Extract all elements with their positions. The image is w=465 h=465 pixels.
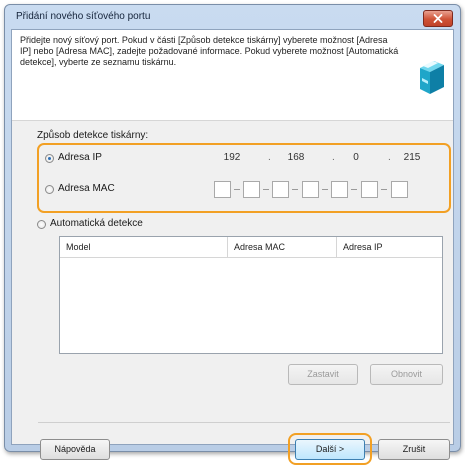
mac-segment-5[interactable] (331, 181, 348, 198)
printer-icon (420, 61, 444, 94)
refresh-button[interactable]: Obnovit (370, 364, 443, 385)
column-header-mac[interactable]: Adresa MAC (228, 237, 337, 257)
mac-separator (381, 189, 387, 190)
next-button[interactable]: Další > (295, 439, 365, 460)
printer-list-header: Model Adresa MAC Adresa IP (60, 237, 442, 258)
help-button[interactable]: Nápověda (40, 439, 110, 460)
ip-address-radio[interactable] (45, 154, 54, 163)
intro-text: Přidejte nový síťový port. Pokud v části… (20, 35, 399, 67)
intro-banner: Přidejte nový síťový port. Pokud v části… (12, 30, 453, 121)
mac-segment-2[interactable] (243, 181, 260, 198)
mac-segment-6[interactable] (361, 181, 378, 198)
close-button[interactable] (423, 10, 453, 27)
ip-separator: . (268, 152, 271, 163)
mac-address-label[interactable]: Adresa MAC (58, 183, 115, 194)
dialog-window: Přidání nového síťového portu Přidejte n… (4, 4, 461, 465)
mac-segment-4[interactable] (302, 181, 319, 198)
title-bar[interactable]: Přidání nového síťového portu (5, 5, 460, 29)
dialog-content: Přidejte nový síťový port. Pokud v části… (11, 29, 454, 465)
mac-separator (322, 189, 328, 190)
separator (38, 422, 450, 423)
mac-segment-3[interactable] (272, 181, 289, 198)
ip-address-label[interactable]: Adresa IP (58, 152, 102, 163)
ip-octet-3[interactable]: 0 (336, 152, 376, 163)
ip-octet-1[interactable]: 192 (212, 152, 252, 163)
mac-separator (234, 189, 240, 190)
ip-separator: . (388, 152, 391, 163)
ip-separator: . (332, 152, 335, 163)
close-icon (433, 14, 443, 23)
mac-separator (351, 189, 357, 190)
ip-octet-2[interactable]: 168 (276, 152, 316, 163)
dialog-title: Přidání nového síťového portu (16, 11, 151, 22)
column-header-ip[interactable]: Adresa IP (337, 237, 442, 257)
auto-detect-radio[interactable] (37, 220, 46, 229)
mac-separator (292, 189, 298, 190)
stop-button[interactable]: Zastavit (288, 364, 358, 385)
column-header-model[interactable]: Model (60, 237, 228, 257)
mac-segment-1[interactable] (214, 181, 231, 198)
cancel-button[interactable]: Zrušit (378, 439, 450, 460)
auto-detect-label[interactable]: Automatická detekce (50, 218, 143, 229)
detection-method-label: Způsob detekce tiskárny: (37, 130, 149, 141)
printer-list[interactable]: Model Adresa MAC Adresa IP (59, 236, 443, 354)
mac-address-radio[interactable] (45, 185, 54, 194)
mac-segment-7[interactable] (391, 181, 408, 198)
ip-octet-4[interactable]: 215 (392, 152, 432, 163)
mac-separator (263, 189, 269, 190)
